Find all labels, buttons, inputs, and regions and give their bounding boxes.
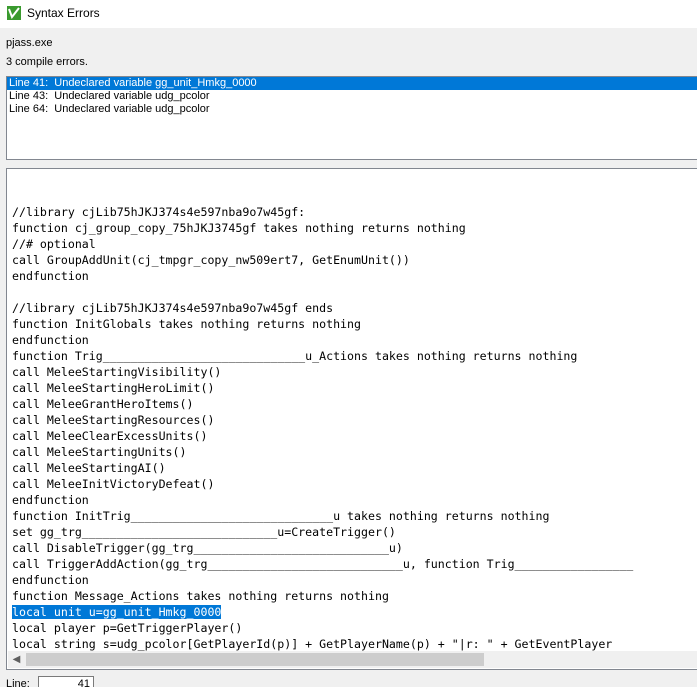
scroll-left-arrow-icon[interactable]: ◀ [8,651,25,668]
code-line-text: call MeleeGrantHeroItems() [12,397,194,411]
code-line-text: call TriggerAddAction(gg_trg____________… [12,557,634,571]
horizontal-scrollbar[interactable]: ◀ [8,651,697,668]
title-bar: Syntax Errors [0,0,697,28]
code-line: call MeleeClearExcessUnits() [12,428,633,444]
code-line-text: endfunction [12,269,89,283]
code-line: function InitTrig_______________________… [12,508,633,524]
error-list-item[interactable]: Line 64: Undeclared variable udg_pcolor [7,103,697,116]
code-line-text: call MeleeStartingUnits() [12,445,187,459]
code-line: endfunction [12,492,633,508]
code-line: function InitGlobals takes nothing retur… [12,316,633,332]
code-line: call TriggerAddAction(gg_trg____________… [12,556,633,572]
code-line: call MeleeStartingUnits() [12,444,633,460]
code-line: call MeleeInitVictoryDefeat() [12,476,633,492]
code-line: //library cjLib75hJKJ374s4e597nba9o7w45g… [12,300,633,316]
code-line-text: function InitTrig_______________________… [12,509,550,523]
scroll-thumb[interactable] [26,653,484,666]
code-line-text: function Trig___________________________… [12,349,578,363]
code-line: call MeleeStartingHeroLimit() [12,380,633,396]
code-line-text: local player p=GetTriggerPlayer() [12,621,243,635]
code-line: function Message_Actions takes nothing r… [12,588,633,604]
code-line-text: //# optional [12,237,96,251]
code-view[interactable]: //library cjLib75hJKJ374s4e597nba9o7w45g… [6,168,697,670]
code-line-text: call DisableTrigger(gg_trg______________… [12,541,403,555]
code-line: call DisableTrigger(gg_trg______________… [12,540,633,556]
code-line-text: call MeleeStartingResources() [12,413,215,427]
code-line-text: call MeleeStartingHeroLimit() [12,381,215,395]
code-line: call MeleeStartingVisibility() [12,364,633,380]
code-line-text: set gg_trg____________________________u=… [12,525,396,539]
code-line-text: //library cjLib75hJKJ374s4e597nba9o7w45g… [12,205,306,219]
code-line: endfunction [12,268,633,284]
error-count-label: 3 compile errors. [6,56,88,68]
code-line: function cj_group_copy_75hJKJ3745gf take… [12,220,633,236]
code-line-text: call GroupAddUnit(cj_tmpgr_copy_nw509ert… [12,253,410,267]
code-line: local string s=udg_pcolor[GetPlayerId(p)… [12,636,633,652]
code-line: set gg_trg____________________________u=… [12,524,633,540]
code-line: //# optional [12,236,633,252]
code-line-text: //library cjLib75hJKJ374s4e597nba9o7w45g… [12,301,334,315]
code-line-text: call MeleeClearExcessUnits() [12,429,208,443]
code-line-text: endfunction [12,573,89,587]
error-list-item[interactable]: Line 43: Undeclared variable udg_pcolor [7,90,697,103]
code-line-text: function cj_group_copy_75hJKJ3745gf take… [12,221,466,235]
code-line-text: endfunction [12,333,89,347]
code-line-text: local string s=udg_pcolor[GetPlayerId(p)… [12,637,613,651]
code-line: local unit u=gg_unit_Hmkg_0000 [12,604,633,620]
code-line-text: call MeleeInitVictoryDefeat() [12,477,215,491]
code-line: function Trig___________________________… [12,348,633,364]
code-line: endfunction [12,332,633,348]
error-list-item[interactable]: Line 41: Undeclared variable gg_unit_Hmk… [7,77,697,90]
code-line-text: function InitGlobals takes nothing retur… [12,317,362,331]
app-checkmark-icon [7,6,21,20]
code-line: call GroupAddUnit(cj_tmpgr_copy_nw509ert… [12,252,633,268]
code-line: local player p=GetTriggerPlayer() [12,620,633,636]
line-number-field[interactable]: 41 [38,676,94,687]
code-line-text: call MeleeStartingVisibility() [12,365,222,379]
code-line: endfunction [12,572,633,588]
code-line-text: function Message_Actions takes nothing r… [12,589,389,603]
line-label: Line: [6,678,30,687]
code-line-text: endfunction [12,493,89,507]
code-line-text: local unit u=gg_unit_Hmkg_0000 [12,605,222,619]
code-line: call MeleeStartingAI() [12,460,633,476]
code-text: //library cjLib75hJKJ374s4e597nba9o7w45g… [12,204,633,652]
error-list[interactable]: Line 41: Undeclared variable gg_unit_Hmk… [6,76,697,160]
code-line: call MeleeStartingResources() [12,412,633,428]
code-line-text: call MeleeStartingAI() [12,461,166,475]
window-title: Syntax Errors [27,6,100,20]
compiler-name-label: pjass.exe [6,37,53,49]
code-line: //library cjLib75hJKJ374s4e597nba9o7w45g… [12,204,633,220]
code-line: call MeleeGrantHeroItems() [12,396,633,412]
